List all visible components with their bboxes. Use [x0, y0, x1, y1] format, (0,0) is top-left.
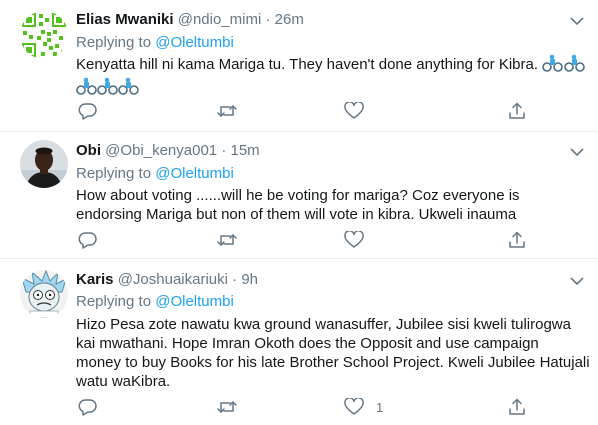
- reply-button[interactable]: [78, 230, 98, 250]
- tweet-text-line: How about voting ......will he be voting…: [76, 187, 520, 204]
- replying-to-label: Replying to: [76, 165, 152, 182]
- display-name[interactable]: Obi: [76, 142, 101, 159]
- tweet-text-segment: Kenyatta hill ni kama Mariga tu. They ha…: [76, 56, 539, 73]
- user-handle[interactable]: @Joshuaikariuki: [118, 271, 228, 288]
- retweet-icon: [217, 105, 237, 117]
- mention-link[interactable]: @Oleltumbi: [155, 165, 234, 182]
- tweet-text: How about voting ......will he be voting…: [76, 186, 558, 224]
- tweet-text-line: Kenyatta hill ni kama Mariga tu. They ha…: [76, 54, 586, 77]
- reply-feed: Elias Mwaniki @ndio_mimi · 26m Replying …: [0, 0, 598, 425]
- tweet[interactable]: Karis @Joshuaikariuki · 9h Replying to @…: [0, 259, 598, 425]
- tweet-header: Karis @Joshuaikariuki · 9h: [76, 270, 568, 290]
- tweet-text-line: kai mwathani. Hope Imran Okoth does the …: [76, 335, 539, 352]
- replying-to-label: Replying to: [76, 34, 152, 51]
- cyclist-icon: [76, 77, 139, 95]
- retweet-icon: [217, 234, 237, 246]
- separator-dot: ·: [232, 271, 238, 288]
- mention-link[interactable]: @Oleltumbi: [155, 293, 234, 310]
- like-button[interactable]: 1: [344, 397, 383, 417]
- reply-icon: [78, 103, 97, 120]
- chevron-down-icon[interactable]: [570, 276, 584, 286]
- mention-link[interactable]: @Oleltumbi: [155, 34, 234, 51]
- retweet-button[interactable]: [216, 101, 238, 121]
- tweet-actions: [76, 101, 546, 121]
- avatar[interactable]: [20, 11, 68, 59]
- tweet-header: Obi @Obi_kenya001 · 15m: [76, 141, 568, 161]
- timestamp[interactable]: 9h: [241, 271, 258, 288]
- tweet-actions: 1: [76, 397, 546, 417]
- share-button[interactable]: [508, 230, 526, 250]
- reply-button[interactable]: [78, 101, 98, 121]
- retweet-icon: [217, 401, 237, 413]
- cyclist-icon: [542, 54, 586, 72]
- display-name[interactable]: Elias Mwaniki: [76, 11, 174, 28]
- cyclist-emoji-group: [76, 77, 140, 100]
- cyclist-emoji-group: [542, 54, 586, 77]
- replying-to: Replying to @Oleltumbi: [76, 33, 234, 53]
- tweet-header: Elias Mwaniki @ndio_mimi · 26m: [76, 10, 568, 30]
- heart-icon: [344, 102, 364, 119]
- separator-dot: ·: [221, 142, 227, 159]
- user-handle[interactable]: @Obi_kenya001: [105, 142, 217, 159]
- tweet-text-line: endorsing Mariga but non of them will vo…: [76, 206, 517, 223]
- share-icon: [509, 398, 525, 415]
- reply-icon: [78, 232, 97, 249]
- share-icon: [509, 231, 525, 248]
- like-button[interactable]: [344, 230, 376, 250]
- replying-to: Replying to @Oleltumbi: [76, 164, 234, 184]
- like-count: 1: [376, 399, 384, 415]
- replying-to-label: Replying to: [76, 293, 152, 310]
- timestamp[interactable]: 15m: [230, 142, 259, 159]
- reply-icon: [78, 399, 97, 416]
- heart-icon: [344, 231, 364, 248]
- timestamp[interactable]: 26m: [275, 11, 304, 28]
- display-name[interactable]: Karis: [76, 271, 114, 288]
- replying-to: Replying to @Oleltumbi: [76, 292, 234, 312]
- tweet-text-line: watu waKibra.: [76, 373, 171, 390]
- heart-icon: [344, 398, 364, 415]
- like-button[interactable]: [344, 101, 376, 121]
- tweet-text: Kenyatta hill ni kama Mariga tu. They ha…: [76, 54, 586, 100]
- avatar[interactable]: [20, 270, 68, 318]
- chevron-down-icon[interactable]: [570, 147, 584, 157]
- retweet-button[interactable]: [216, 397, 238, 417]
- tweet-text-line: Hizo Pesa zote nawatu kwa ground wanasuf…: [76, 316, 571, 333]
- tweet-text-line: [76, 77, 558, 100]
- share-button[interactable]: [508, 397, 526, 417]
- separator-dot: ·: [265, 11, 271, 28]
- reply-button[interactable]: [78, 397, 98, 417]
- user-handle[interactable]: @ndio_mimi: [178, 11, 262, 28]
- avatar[interactable]: [20, 140, 68, 188]
- tweet-text-line: money to buy Books for his late Brother …: [76, 354, 590, 371]
- retweet-button[interactable]: [216, 230, 238, 250]
- chevron-down-icon[interactable]: [570, 16, 584, 26]
- tweet[interactable]: Obi @Obi_kenya001 · 15m Replying to @Ole…: [0, 132, 598, 259]
- tweet-text: Hizo Pesa zote nawatu kwa ground wanasuf…: [76, 315, 590, 391]
- tweet-actions: [76, 230, 546, 250]
- share-button[interactable]: [508, 101, 526, 121]
- share-icon: [509, 102, 525, 119]
- tweet[interactable]: Elias Mwaniki @ndio_mimi · 26m Replying …: [0, 0, 598, 132]
